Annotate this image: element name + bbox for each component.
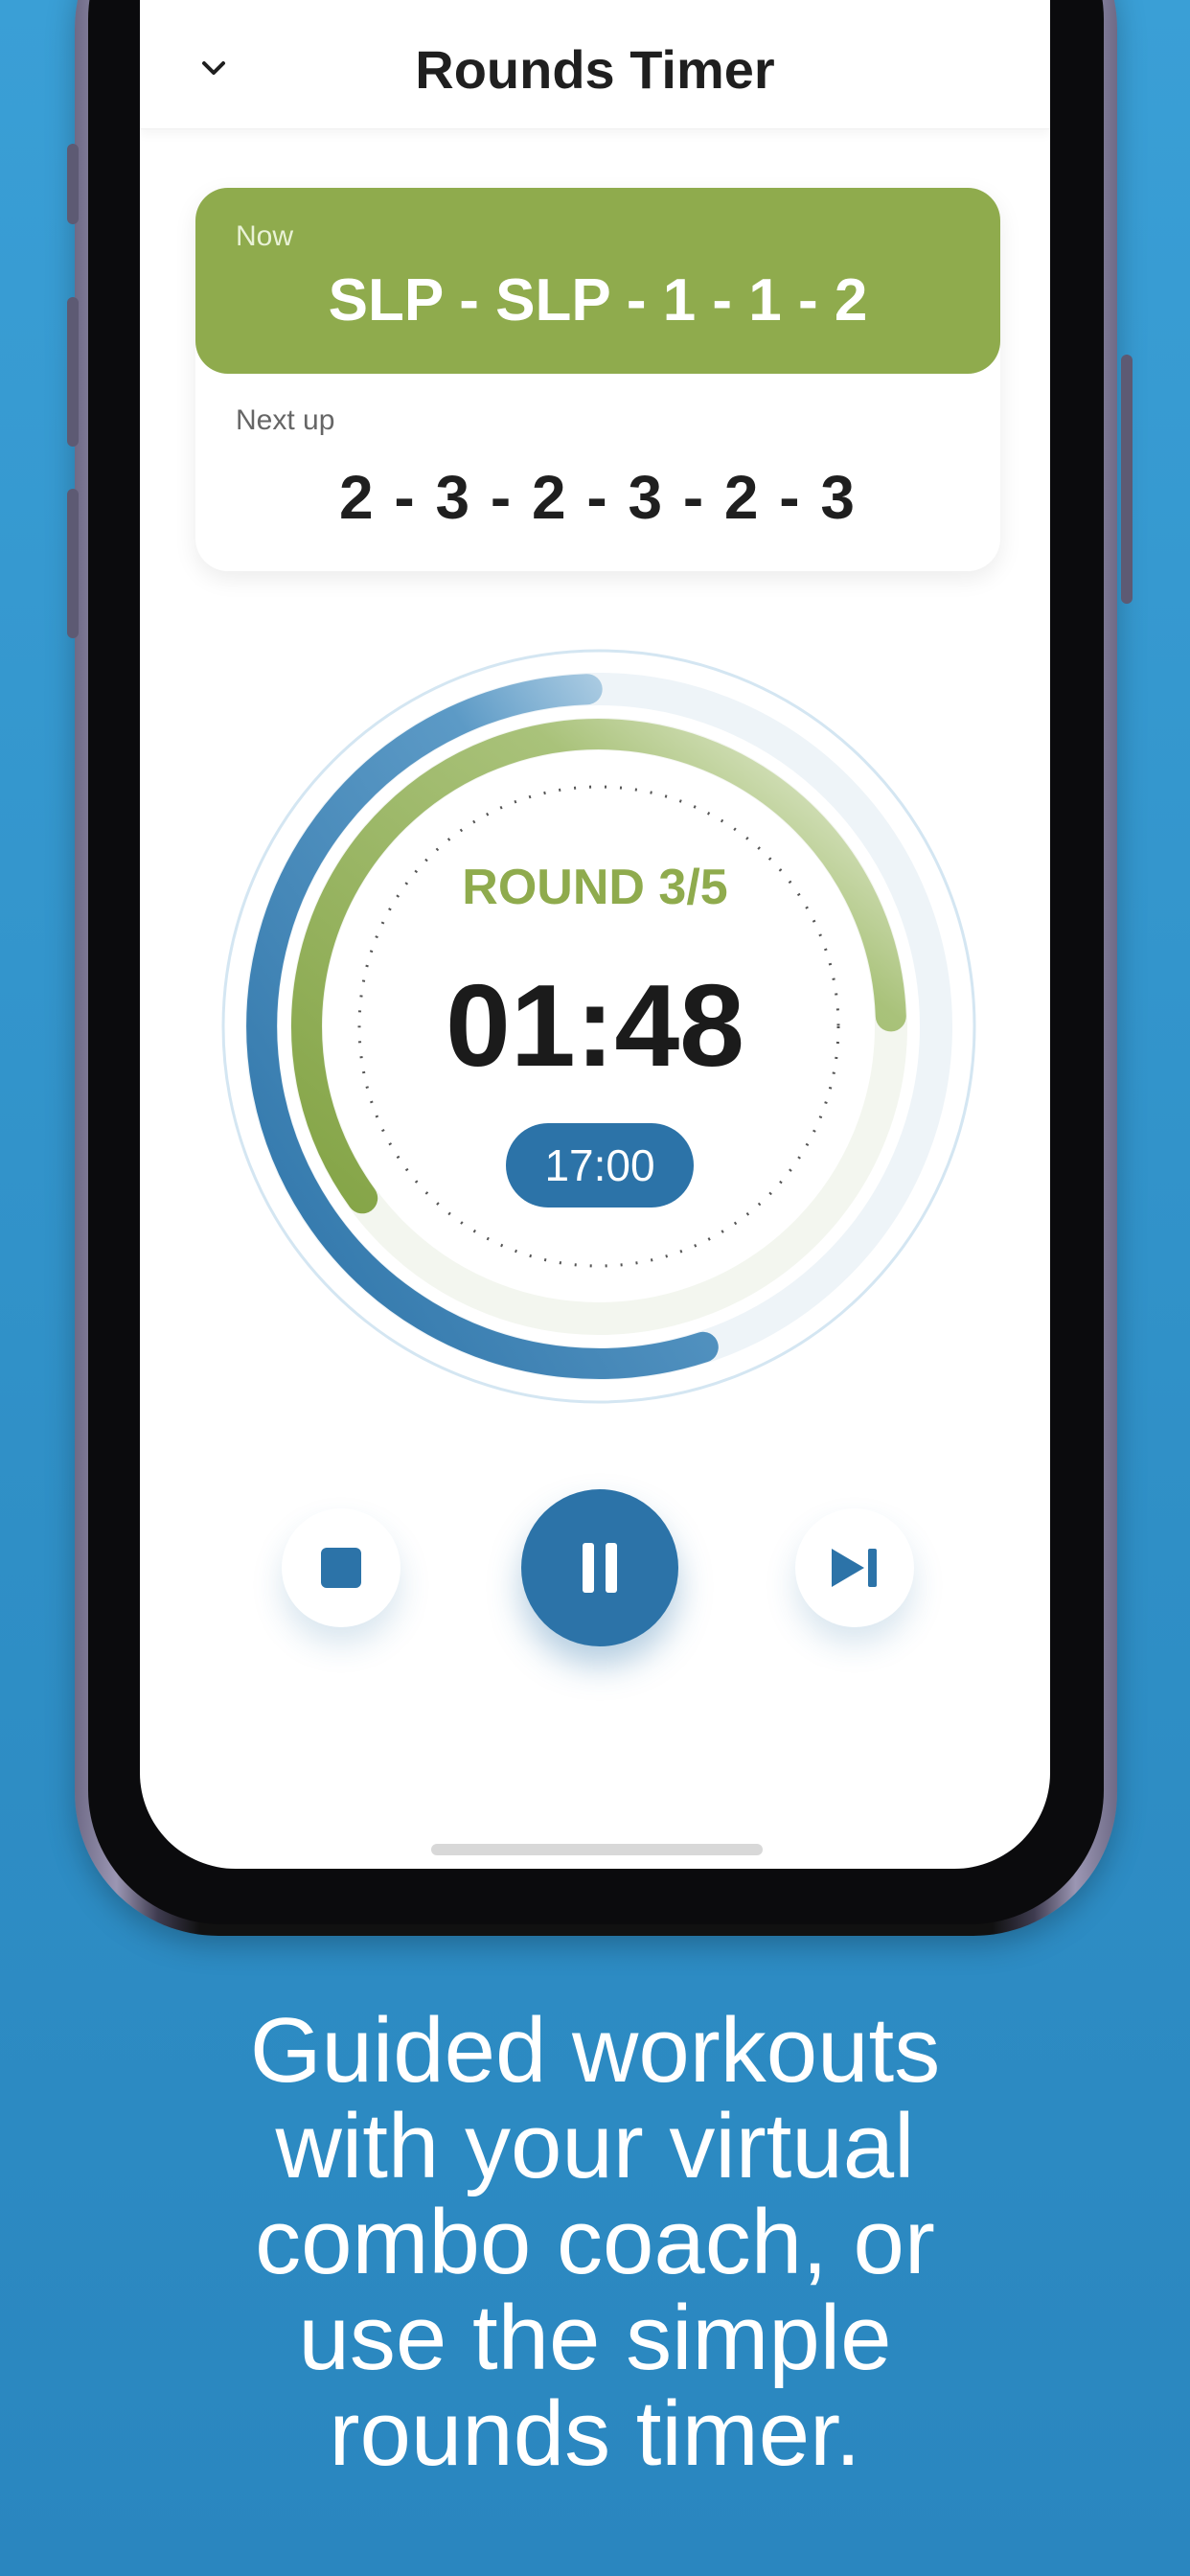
current-combo-panel: Now SLP - SLP - 1 - 1 - 2 — [195, 188, 1000, 374]
phone-side-button — [67, 144, 79, 224]
total-time-badge: 17:00 — [506, 1123, 694, 1208]
next-combo-value: 2 - 3 - 2 - 3 - 2 - 3 — [339, 463, 857, 532]
app-screen: Rounds Timer Now SLP - SLP - 1 - 1 - 2 N… — [140, 0, 1050, 1869]
time-remaining: 01:48 — [445, 960, 745, 1091]
pause-button[interactable] — [521, 1489, 678, 1646]
home-indicator[interactable] — [431, 1844, 763, 1855]
page-title: Rounds Timer — [415, 39, 775, 100]
caption-line: combo coach, or — [255, 2191, 935, 2293]
combo-card: Now SLP - SLP - 1 - 1 - 2 Next up 2 - 3 … — [195, 188, 1000, 571]
skip-button[interactable] — [795, 1508, 914, 1627]
phone-power-button — [1121, 355, 1133, 604]
phone-volume-up — [67, 297, 79, 447]
caption-line: Guided workouts — [249, 1999, 941, 2102]
next-combo-label: Next up — [236, 404, 335, 436]
skip-next-icon — [832, 1549, 877, 1587]
marketing-caption: Guided workouts with your virtual combo … — [0, 2003, 1190, 2482]
current-combo-label: Now — [236, 220, 294, 252]
header-bar: Rounds Timer — [140, 0, 1050, 129]
round-counter: ROUND 3/5 — [462, 860, 728, 915]
caption-line: rounds timer. — [329, 2382, 861, 2485]
pause-icon — [583, 1543, 617, 1593]
stop-icon — [321, 1548, 361, 1588]
stop-button[interactable] — [282, 1508, 400, 1627]
phone-volume-down — [67, 489, 79, 638]
caption-line: with your virtual — [275, 2095, 915, 2197]
caption-line: use the simple — [298, 2287, 892, 2389]
current-combo-value: SLP - SLP - 1 - 1 - 2 — [328, 267, 868, 334]
